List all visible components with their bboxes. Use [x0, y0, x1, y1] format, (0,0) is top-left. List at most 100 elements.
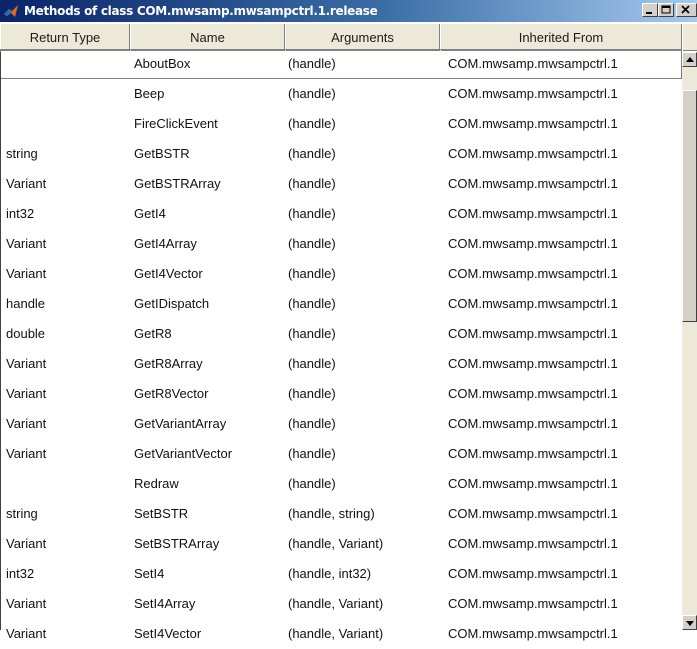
- cell-name: GetVariantArray: [134, 416, 227, 431]
- cell-arguments: (handle): [288, 386, 336, 401]
- cell-return-type: Variant: [6, 386, 47, 401]
- cell-inherited-from: COM.mwsamp.mwsampctrl.1: [448, 596, 618, 611]
- cell-inherited-from: COM.mwsamp.mwsampctrl.1: [448, 416, 618, 431]
- cell-inherited-from: COM.mwsamp.mwsampctrl.1: [448, 356, 618, 371]
- cell-name: SetBSTRArray: [134, 536, 220, 551]
- cell-return-type: Variant: [6, 176, 47, 191]
- table-row[interactable]: Variant GetI4Vector (handle) COM.mwsamp.mws…: [0, 259, 682, 289]
- cell-name: FireClickEvent: [134, 116, 218, 131]
- cell-return-type: string: [6, 146, 38, 161]
- table-row[interactable]: Beep (handle) COM.mwsamp.mwsampctrl.1: [0, 79, 682, 109]
- cell-return-type: Variant: [6, 356, 47, 371]
- table-row[interactable]: Variant GetI4Array (handle) COM.mwsamp.mwsa…: [0, 229, 682, 259]
- table-left-border: [0, 52, 1, 630]
- cell-name: GetI4Vector: [134, 266, 203, 281]
- cell-return-type: handle: [6, 296, 46, 311]
- table-row[interactable]: Variant GetVariantVector (handle) COM.mwsam…: [0, 439, 682, 469]
- cell-return-type: Variant: [6, 596, 47, 611]
- minimize-button[interactable]: [642, 3, 658, 17]
- table-row[interactable]: string SetBSTR (handle, string) COM.mwsamp.…: [0, 499, 682, 529]
- cell-inherited-from: COM.mwsamp.mwsampctrl.1: [448, 536, 618, 551]
- cell-arguments: (handle, Variant): [288, 626, 384, 641]
- cell-arguments: (handle, string): [288, 506, 375, 521]
- column-header-inherited-from[interactable]: Inherited From: [440, 24, 682, 51]
- cell-return-type: Variant: [6, 626, 47, 641]
- cell-return-type: Variant: [6, 266, 47, 281]
- cell-arguments: (handle): [288, 356, 336, 371]
- table-row[interactable]: int32 GetI4 (handle) COM.mwsamp.mwsampctrl.…: [0, 199, 682, 229]
- cell-name: Redraw: [134, 476, 179, 491]
- cell-name: Beep: [134, 86, 165, 101]
- window-title: Methods of class COM.mwsamp.mwsampctrl.1…: [24, 4, 378, 18]
- cell-inherited-from: COM.mwsamp.mwsampctrl.1: [448, 446, 618, 461]
- table-row[interactable]: Redraw (handle) COM.mwsamp.mwsampctrl.1: [0, 469, 682, 499]
- scroll-up-button[interactable]: [682, 52, 697, 67]
- table-row[interactable]: Variant GetVariantArray (handle) COM.mwsamp…: [0, 409, 682, 439]
- close-button[interactable]: [676, 3, 697, 17]
- close-icon: [681, 5, 690, 14]
- scroll-down-button[interactable]: [682, 615, 697, 630]
- cell-arguments: (handle): [288, 446, 336, 461]
- table-header: Return Type Name Arguments Inherited Fro…: [0, 23, 697, 51]
- cell-arguments: (handle, Variant): [288, 536, 384, 551]
- cell-inherited-from: COM.mwsamp.mwsampctrl.1: [448, 626, 618, 641]
- table-row[interactable]: Variant SetBSTRArray (handle, Variant) COM.…: [0, 529, 682, 559]
- cell-arguments: (handle): [288, 266, 336, 281]
- cell-name: SetI4: [134, 566, 165, 581]
- cell-arguments: (handle): [288, 176, 336, 191]
- cell-arguments: (handle): [288, 56, 336, 71]
- table-row[interactable]: FireClickEvent (handle) COM.mwsamp.mwsampc…: [0, 109, 682, 139]
- cell-name: AboutBox: [134, 56, 191, 71]
- cell-arguments: (handle): [288, 206, 336, 221]
- header-corner: [682, 24, 697, 51]
- scrollbar-thumb[interactable]: [682, 90, 697, 322]
- title-bar[interactable]: Methods of class COM.mwsamp.mwsampctrl.1…: [0, 0, 697, 22]
- cell-inherited-from: COM.mwsamp.mwsampctrl.1: [448, 566, 618, 581]
- matlab-logo-icon: [3, 3, 19, 19]
- cell-return-type: string: [6, 506, 38, 521]
- maximize-button[interactable]: [658, 3, 674, 17]
- cell-arguments: (handle, int32): [288, 566, 372, 581]
- cell-name: GetIDispatch: [134, 296, 210, 311]
- table-row[interactable]: int32 SetI4 (handle, int32) COM.mwsamp.mwsa…: [0, 559, 682, 589]
- table-row[interactable]: string GetBSTR (handle) COM.mwsamp.mwsampct…: [0, 139, 682, 169]
- table-row[interactable]: AboutBox (handle) COM.mwsamp.mwsampctrl.1: [0, 49, 682, 79]
- cell-arguments: (handle): [288, 416, 336, 431]
- cell-inherited-from: COM.mwsamp.mwsampctrl.1: [448, 236, 618, 251]
- cell-name: SetI4Array: [134, 596, 196, 611]
- cell-name: GetBSTR: [134, 146, 190, 161]
- table-row[interactable]: Variant GetR8Vector (handle) COM.mwsamp.mws…: [0, 379, 682, 409]
- cell-inherited-from: COM.mwsamp.mwsampctrl.1: [448, 146, 618, 161]
- cell-inherited-from: COM.mwsamp.mwsampctrl.1: [448, 326, 618, 341]
- cell-return-type: Variant: [6, 236, 47, 251]
- cell-arguments: (handle): [288, 236, 336, 251]
- cell-name: GetR8: [134, 326, 172, 341]
- column-header-return-type[interactable]: Return Type: [0, 24, 130, 51]
- column-header-arguments[interactable]: Arguments: [285, 24, 440, 51]
- cell-name: SetBSTR: [134, 506, 189, 521]
- table-row[interactable]: handle GetIDispatch (handle) COM.mwsamp.mws…: [0, 289, 682, 319]
- vertical-scrollbar[interactable]: [682, 52, 697, 630]
- cell-inherited-from: COM.mwsamp.mwsampctrl.1: [448, 476, 618, 491]
- cell-return-type: int32: [6, 566, 35, 581]
- cell-name: GetR8Vector: [134, 386, 209, 401]
- cell-name: GetI4: [134, 206, 166, 221]
- arrow-up-icon: [686, 57, 694, 62]
- cell-inherited-from: COM.mwsamp.mwsampctrl.1: [448, 266, 618, 281]
- table-row[interactable]: double GetR8 (handle) COM.mwsamp.mwsampctrl…: [0, 319, 682, 349]
- table-row[interactable]: Variant SetI4Array (handle, Variant) COM.mw…: [0, 589, 682, 619]
- cell-arguments: (handle): [288, 86, 336, 101]
- table-row[interactable]: Variant GetR8Array (handle) COM.mwsamp.mwsa…: [0, 349, 682, 379]
- cell-inherited-from: COM.mwsamp.mwsampctrl.1: [448, 176, 618, 191]
- cell-inherited-from: COM.mwsamp.mwsampctrl.1: [448, 296, 618, 311]
- cell-return-type: Variant: [6, 536, 47, 551]
- cell-inherited-from: COM.mwsamp.mwsampctrl.1: [448, 56, 618, 71]
- maximize-icon: [661, 5, 671, 14]
- cell-return-type: double: [6, 326, 46, 341]
- table-row[interactable]: Variant GetBSTRArray (handle) COM.mwsamp.mw…: [0, 169, 682, 199]
- arrow-down-icon: [686, 621, 694, 626]
- cell-arguments: (handle): [288, 116, 336, 131]
- table-row[interactable]: Variant SetI4Vector (handle, Variant) COM.m…: [0, 619, 682, 649]
- column-header-name[interactable]: Name: [130, 24, 285, 51]
- methods-table: AboutBox (handle) COM.mwsamp.mwsampctrl.1 B…: [0, 49, 682, 641]
